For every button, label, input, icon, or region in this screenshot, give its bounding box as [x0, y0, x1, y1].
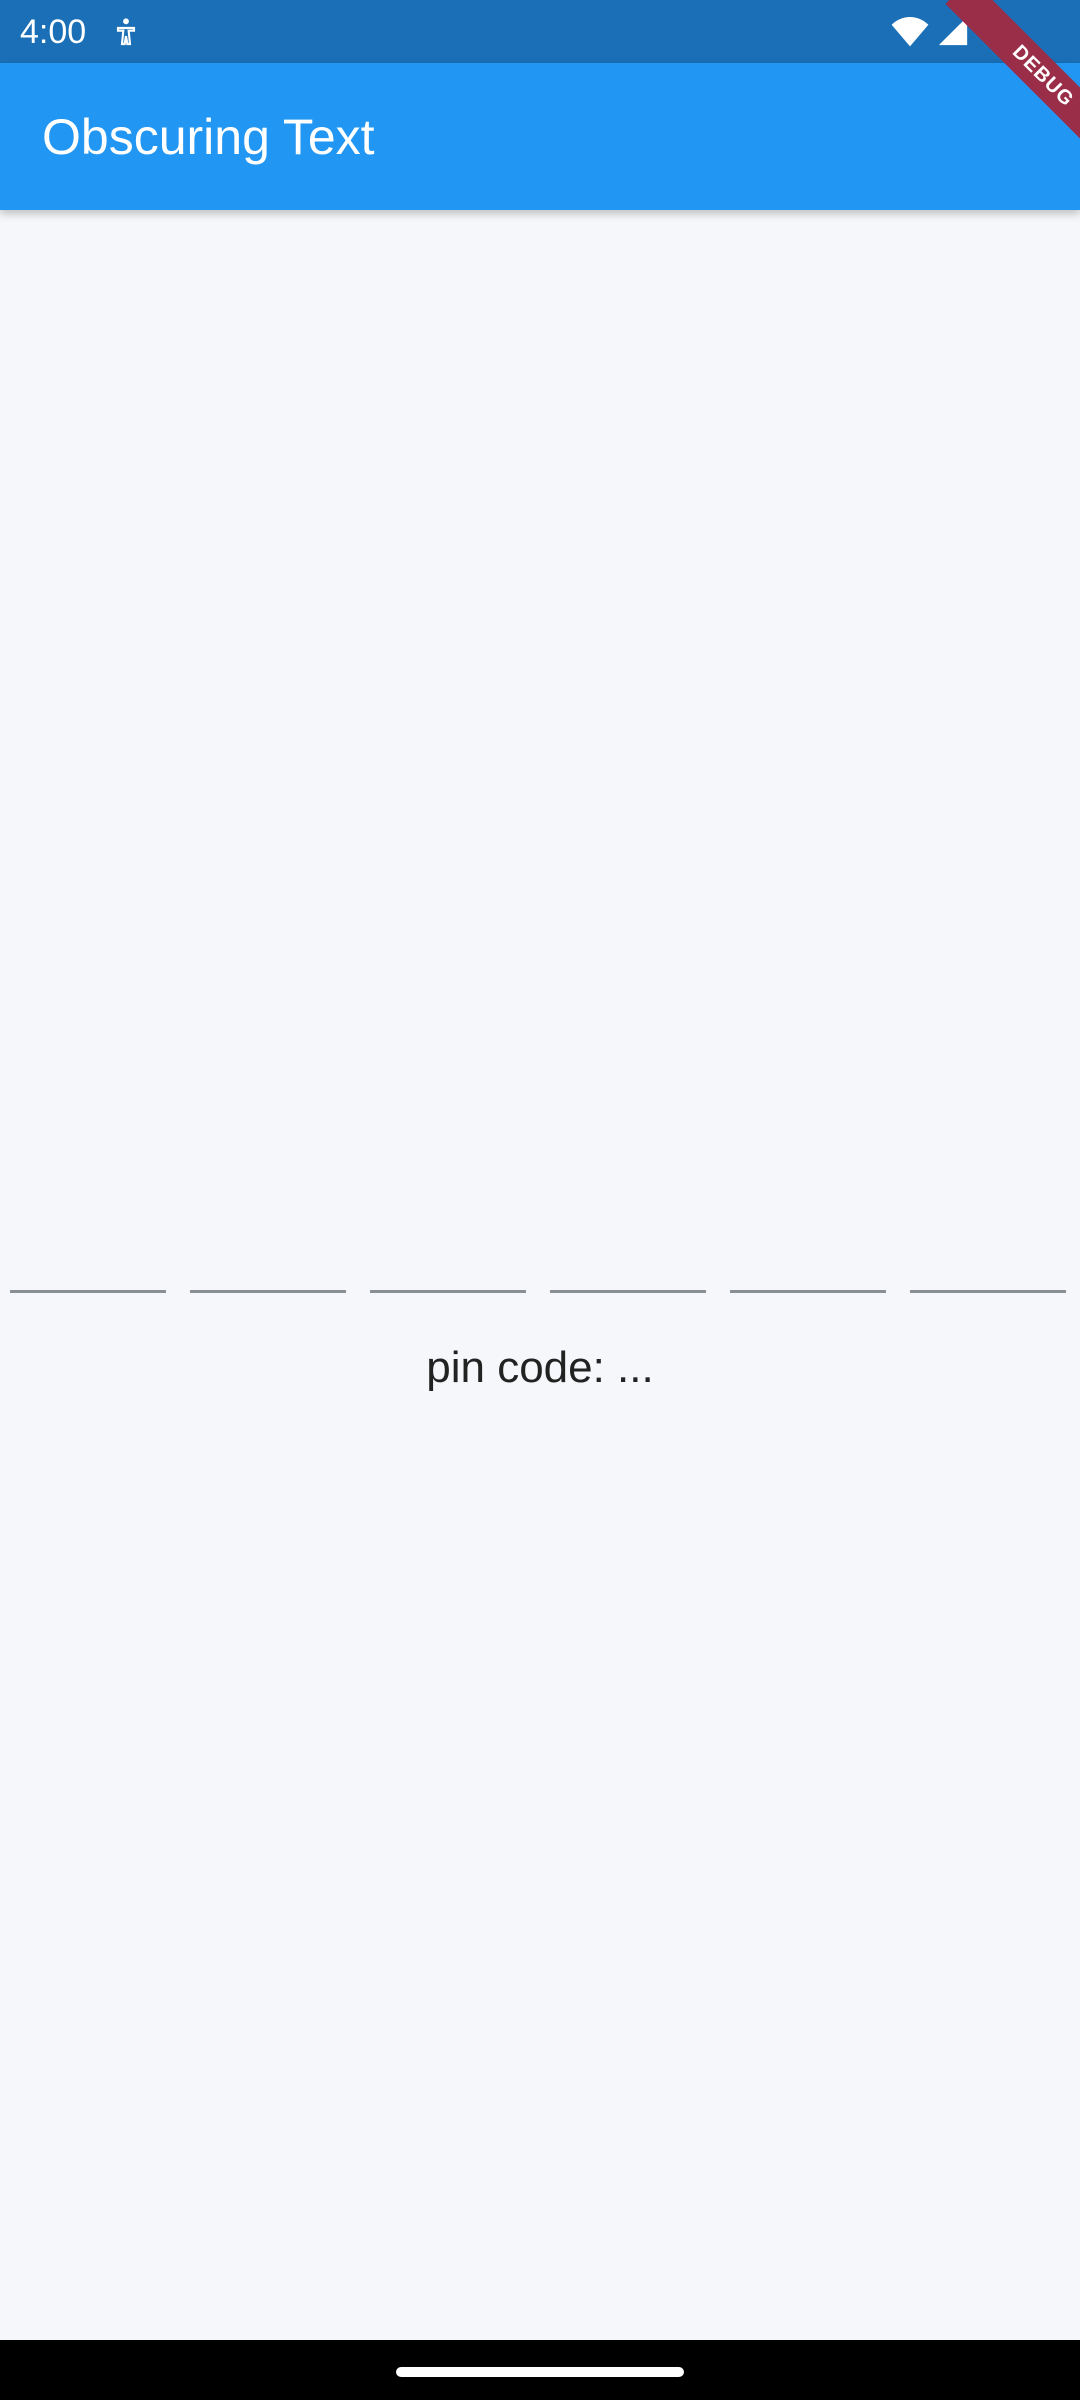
pin-digit-field-5[interactable] [730, 1250, 886, 1293]
cell-signal-icon [938, 16, 968, 46]
pin-digit-field-3[interactable] [370, 1250, 526, 1293]
pin-code-display: pin code: ... [426, 1343, 654, 1392]
app-bar: Obscuring Text [0, 63, 1080, 210]
navigation-bar [0, 2340, 1080, 2400]
pin-digit-field-4[interactable] [550, 1250, 706, 1293]
gesture-handle[interactable] [396, 2367, 684, 2377]
main-content: pin code: ... [0, 210, 1080, 2340]
pin-digit-field-2[interactable] [190, 1250, 346, 1293]
pin-digit-field-1[interactable] [10, 1250, 166, 1293]
pin-code-input-row [10, 1250, 1070, 1293]
status-bar: 4:00 [0, 0, 1080, 63]
status-time: 4:00 [20, 13, 87, 51]
accessibility-notification-icon [116, 18, 136, 46]
pin-digit-field-6[interactable] [910, 1250, 1066, 1293]
page-title: Obscuring Text [42, 109, 375, 165]
wifi-icon [891, 17, 929, 47]
